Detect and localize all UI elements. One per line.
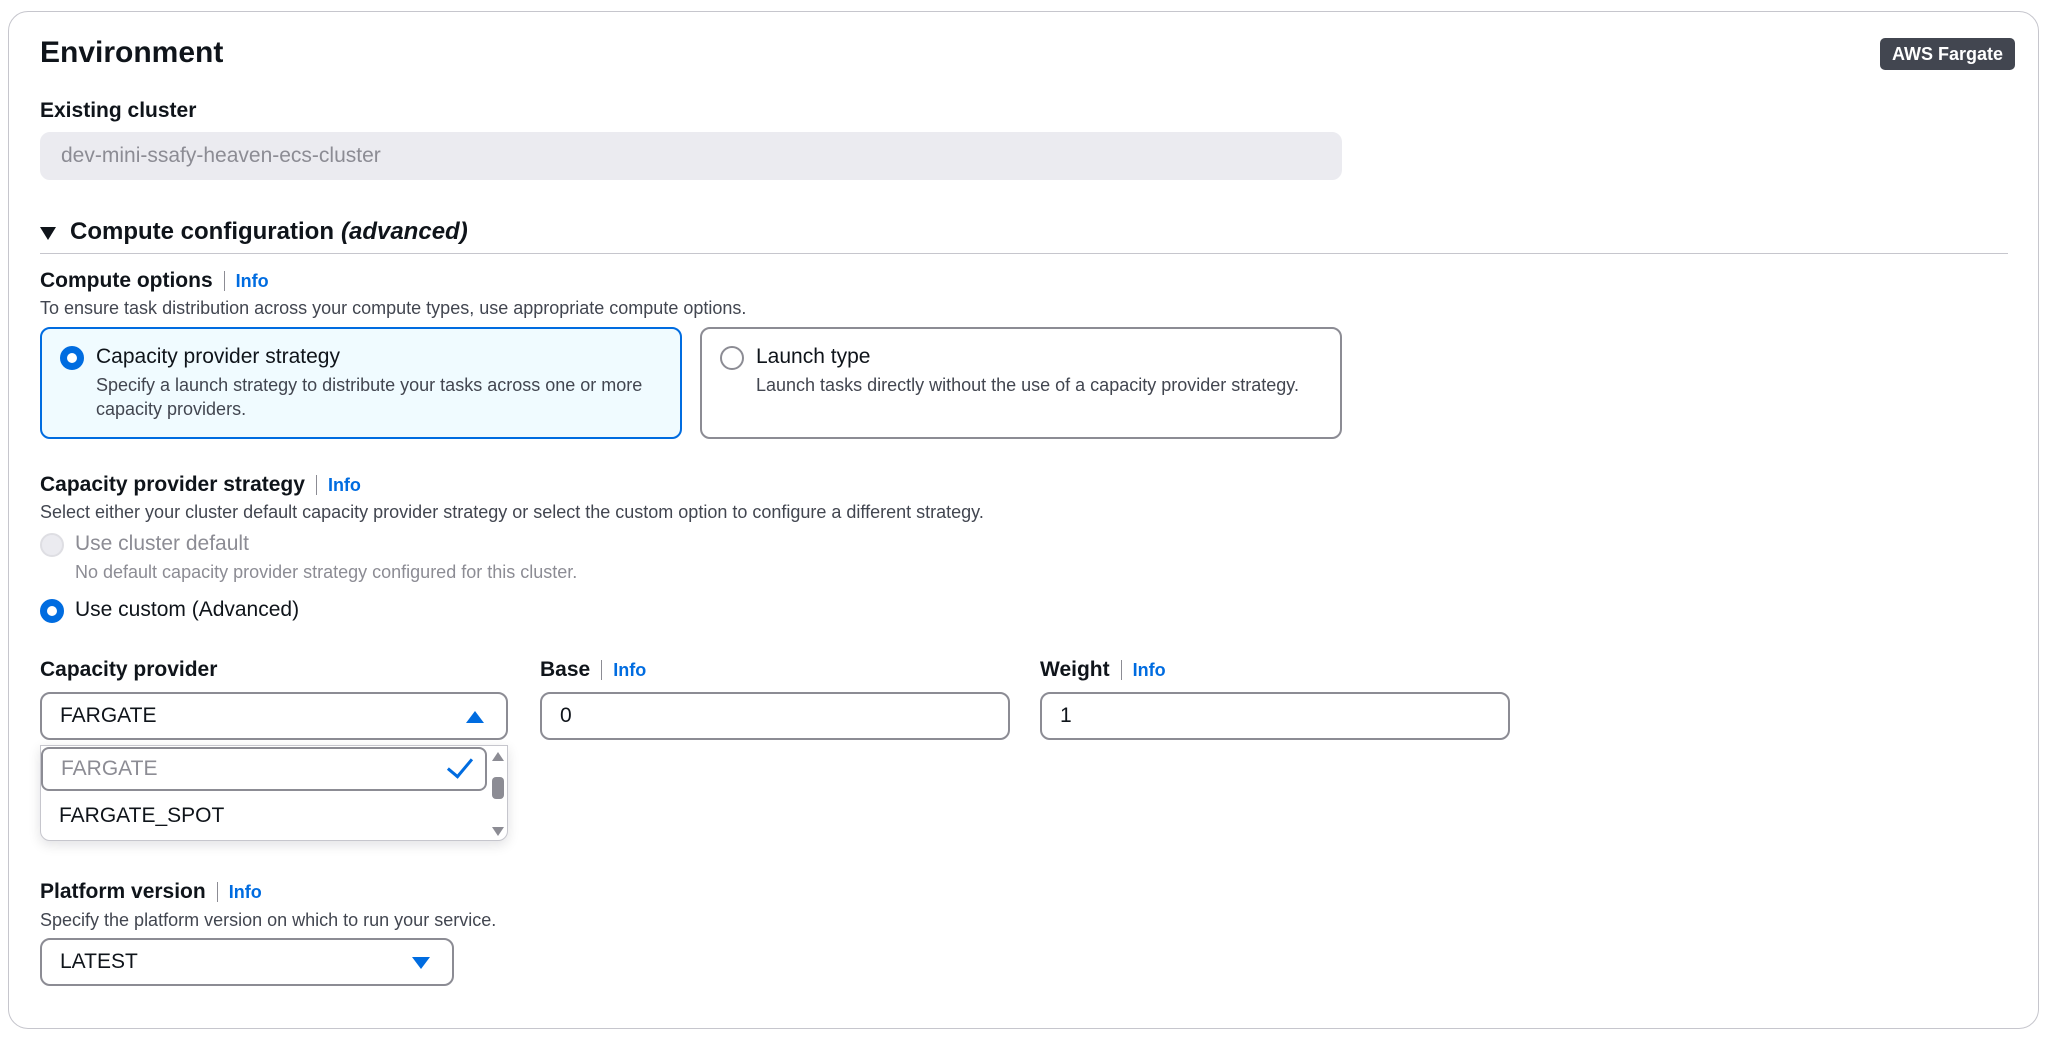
compute-config-suffix: (advanced) <box>340 218 468 245</box>
tile-launch-type[interactable]: Launch type Launch tasks directly withou… <box>700 327 1342 439</box>
tile-capacity-provider-strategy[interactable]: Capacity provider strategy Specify a lau… <box>40 327 682 439</box>
capacity-provider-value: FARGATE <box>60 704 157 727</box>
tile-description: Specify a launch strategy to distribute … <box>96 375 643 419</box>
base-input[interactable]: 0 <box>540 692 1010 740</box>
tile-title: Capacity provider strategy <box>96 345 340 368</box>
cps-header: Capacity provider strategy Info <box>40 472 361 498</box>
section-divider <box>40 253 2008 254</box>
caret-down-icon <box>412 957 430 969</box>
platform-version-info-link[interactable]: Info <box>216 882 262 902</box>
base-value: 0 <box>560 704 572 727</box>
base-header: Base Info <box>540 657 646 683</box>
capacity-provider-dropdown: FARGATE FARGATE_SPOT <box>40 745 508 841</box>
checkmark-icon <box>446 751 474 779</box>
tile-description: Launch tasks directly without the use of… <box>756 375 1299 395</box>
dropdown-scrollbar[interactable] <box>491 752 505 836</box>
platform-version-label: Platform version <box>40 880 206 903</box>
capacity-provider-select[interactable]: FARGATE <box>40 692 508 740</box>
tile-title: Launch type <box>756 345 871 368</box>
platform-version-description: Specify the platform version on which to… <box>40 910 497 930</box>
caret-up-icon <box>466 711 484 723</box>
weight-value: 1 <box>1060 704 1072 727</box>
scrollbar-thumb[interactable] <box>492 777 504 799</box>
existing-cluster-label: Existing cluster <box>40 99 197 122</box>
dropdown-option-fargate[interactable]: FARGATE <box>41 747 487 791</box>
environment-title: Environment <box>40 36 224 69</box>
use-cluster-default-label: Use cluster default <box>75 532 249 555</box>
dropdown-option-fargate-spot[interactable]: FARGATE_SPOT <box>41 794 487 838</box>
compute-options-label: Compute options <box>40 269 213 292</box>
platform-badge: AWS Fargate <box>1880 38 2016 70</box>
scroll-up-icon[interactable] <box>492 752 504 761</box>
compute-options-description: To ensure task distribution across your … <box>40 298 747 318</box>
cps-info-link[interactable]: Info <box>315 475 361 495</box>
option-label: FARGATE <box>61 757 158 780</box>
use-custom-label[interactable]: Use custom (Advanced) <box>75 596 299 624</box>
compute-options-info-link[interactable]: Info <box>223 271 269 291</box>
scroll-down-icon[interactable] <box>492 827 504 836</box>
base-info-link[interactable]: Info <box>601 660 646 680</box>
compute-config-toggle[interactable]: Compute configuration (advanced) <box>40 216 468 248</box>
weight-info-link[interactable]: Info <box>1120 660 1166 680</box>
base-label: Base <box>540 658 591 681</box>
existing-cluster-field: dev-mini-ssafy-heaven-ecs-cluster <box>40 132 1342 180</box>
radio-use-cluster-default <box>40 533 64 557</box>
compute-config-title: Compute configuration <box>70 218 334 245</box>
option-label: FARGATE_SPOT <box>59 804 225 827</box>
cps-description: Select either your cluster default capac… <box>40 502 984 522</box>
caret-down-icon <box>40 226 56 240</box>
radio-use-custom[interactable] <box>40 599 64 623</box>
weight-header: Weight Info <box>1040 657 1166 683</box>
radio-capacity-provider-strategy[interactable] <box>60 346 84 370</box>
weight-input[interactable]: 1 <box>1040 692 1510 740</box>
compute-options-header: Compute options Info <box>40 268 269 294</box>
platform-version-select[interactable]: LATEST <box>40 938 454 986</box>
platform-version-header: Platform version Info <box>40 879 262 905</box>
weight-label: Weight <box>1040 658 1110 681</box>
cps-label: Capacity provider strategy <box>40 473 305 496</box>
radio-launch-type[interactable] <box>720 346 744 370</box>
use-cluster-default-description: No default capacity provider strategy co… <box>75 562 578 582</box>
capacity-provider-label: Capacity provider <box>40 658 218 681</box>
platform-version-value: LATEST <box>60 950 138 973</box>
